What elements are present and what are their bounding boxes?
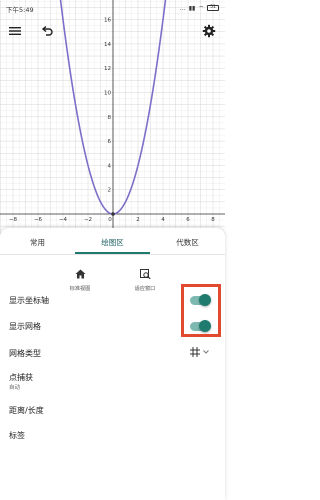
tab-algebra[interactable]: 代数区 [150,236,225,256]
y-tick-label: 2 [108,188,112,194]
vertex-point[interactable] [111,212,115,216]
major-grid [0,0,225,236]
grid-type-icon [190,347,200,357]
grid-type-select[interactable] [190,346,216,358]
x-tick-label: −8 [9,217,18,223]
battery-level: 51 [210,5,216,10]
y-tick-label: 10 [104,91,111,97]
x-tick-label: 6 [186,217,190,223]
y-tick-label: 6 [108,139,112,145]
y-tick-label: 4 [108,163,112,169]
tabs-divider [0,254,225,255]
distance-label[interactable]: 距离/长度 [9,405,44,416]
standard-view-label: 标准视图 [69,286,91,292]
x-tick-label: −4 [59,217,68,223]
x-tick-label: 4 [161,217,165,223]
fit-window-button[interactable]: 适应窗口 [125,264,165,292]
x-tick-label: −2 [84,217,92,223]
standard-view-button[interactable]: 标准视图 [60,264,100,292]
point-capture-label[interactable]: 点捕获 [9,372,33,383]
minor-grid [0,0,225,236]
graph-canvas[interactable]: −8−6−4−20246824681012141618 [0,0,225,236]
wifi-icon: ⌔ [198,5,204,12]
tab-common[interactable]: 常用 [0,236,75,256]
x-tick-label: 2 [136,217,140,223]
status-more: … [179,4,186,12]
grid-type-label: 网格类型 [9,349,41,358]
battery-icon: 51 [207,5,219,11]
home-icon [75,269,85,279]
y-tick-label: 16 [104,18,111,24]
status-bar: 下午5:49 … ▮▮ ⌔ 51 [0,0,225,18]
x-tick-label: 8 [211,217,215,223]
y-tick-label: 12 [104,66,111,72]
y-tick-label: 8 [108,115,112,121]
highlight-annotation [181,284,221,337]
menu-icon[interactable] [8,24,22,38]
chevron-down-icon [203,350,209,354]
show-grid-label: 显示网格 [9,322,41,331]
origin-label: 0 [108,217,112,223]
y-tick-label: 14 [104,42,111,48]
x-tick-label: −6 [34,217,43,223]
gear-icon[interactable] [202,24,216,38]
point-capture-value: 自动 [9,385,21,391]
signal-icon: ▮▮ [188,4,196,12]
axes [0,0,225,236]
undo-icon[interactable] [40,24,54,38]
status-time: 下午5:49 [6,6,34,14]
fit-window-label: 适应窗口 [134,286,156,292]
show-axes-label: 显示坐标轴 [9,296,49,305]
labeling-label[interactable]: 标签 [9,430,25,441]
status-icons: … ▮▮ ⌔ 51 [180,4,219,12]
settings-panel: 常用 绘图区 代数区 标准视图 适应窗口 显示坐标轴 显示网格 网格类型 点捕获… [0,228,225,500]
zoom-fit-icon [139,269,151,280]
